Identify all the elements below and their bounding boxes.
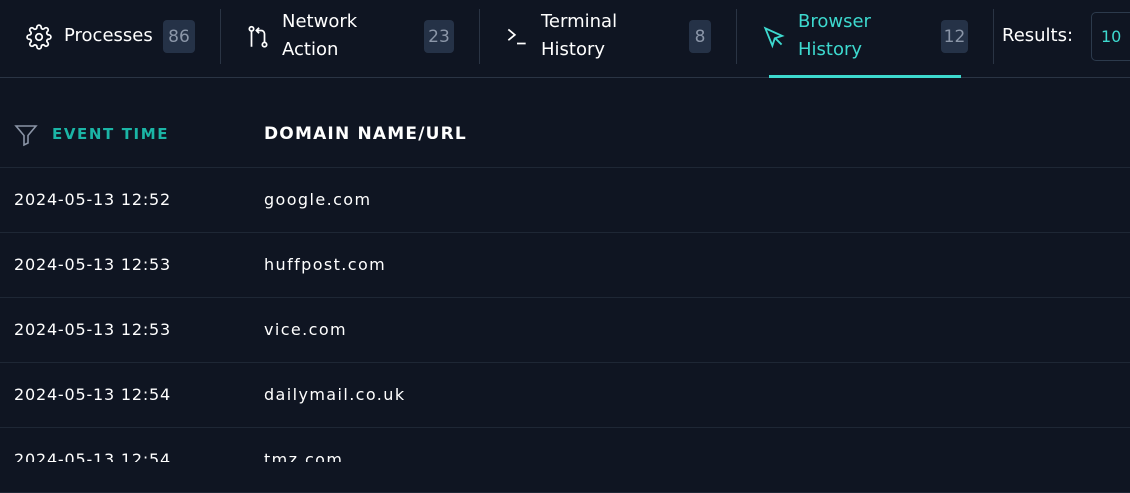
scroll-clip [0,462,1130,490]
row-event-time: 2024-05-13 12:53 [14,255,171,274]
row-domain: google.com [264,190,372,209]
column-header-domain: DOMAIN NAME/URL [264,124,467,144]
results-per-page-select[interactable]: 10 [1091,12,1130,61]
filter-icon[interactable] [14,123,38,147]
tab-browser-history-count: 12 [941,20,968,53]
column-header-event-time[interactable]: EVENT TIME [52,125,169,143]
git-branch-icon [248,25,268,48]
row-event-time: 2024-05-13 12:53 [14,320,171,339]
row-event-time: 2024-05-13 12:52 [14,190,171,209]
gear-icon [26,24,52,50]
tab-divider [993,9,994,64]
table-header: EVENT TIME DOMAIN NAME/URL [0,103,1130,168]
table-row[interactable]: 2024-05-13 12:53 vice.com [0,298,1130,363]
tab-terminal-history[interactable]: Terminal History 8 [480,0,736,77]
tab-terminal-history-count: 8 [689,20,711,53]
terminal-icon [507,28,526,45]
tab-network-action-label: Network Action [282,11,358,60]
tab-processes[interactable]: Processes 86 [0,0,215,77]
tab-network-action-count: 23 [424,20,454,53]
tab-network-action[interactable]: Network Action 23 [221,0,479,77]
tab-browser-history-label: Browser History [798,11,871,60]
table-row[interactable]: 2024-05-13 12:53 huffpost.com [0,233,1130,298]
cursor-arrow-icon [763,26,785,49]
row-domain: vice.com [264,320,348,339]
tab-terminal-history-label: Terminal History [541,11,618,60]
tab-bar: Processes 86 Network Action 23 Terminal … [0,0,1130,78]
table-row[interactable]: 2024-05-13 12:54 dailymail.co.uk [0,363,1130,428]
tab-processes-count: 86 [163,20,195,53]
results-label: Results: [1002,25,1074,46]
tab-processes-label: Processes [64,25,153,46]
tab-browser-history[interactable]: Browser History 12 [737,0,993,78]
row-domain: huffpost.com [264,255,387,274]
row-domain: dailymail.co.uk [264,385,406,404]
row-event-time: 2024-05-13 12:54 [14,385,171,404]
table-body: 2024-05-13 12:52 google.com 2024-05-13 1… [0,168,1130,493]
table-row[interactable]: 2024-05-13 12:52 google.com [0,168,1130,233]
active-tab-indicator [769,75,961,78]
